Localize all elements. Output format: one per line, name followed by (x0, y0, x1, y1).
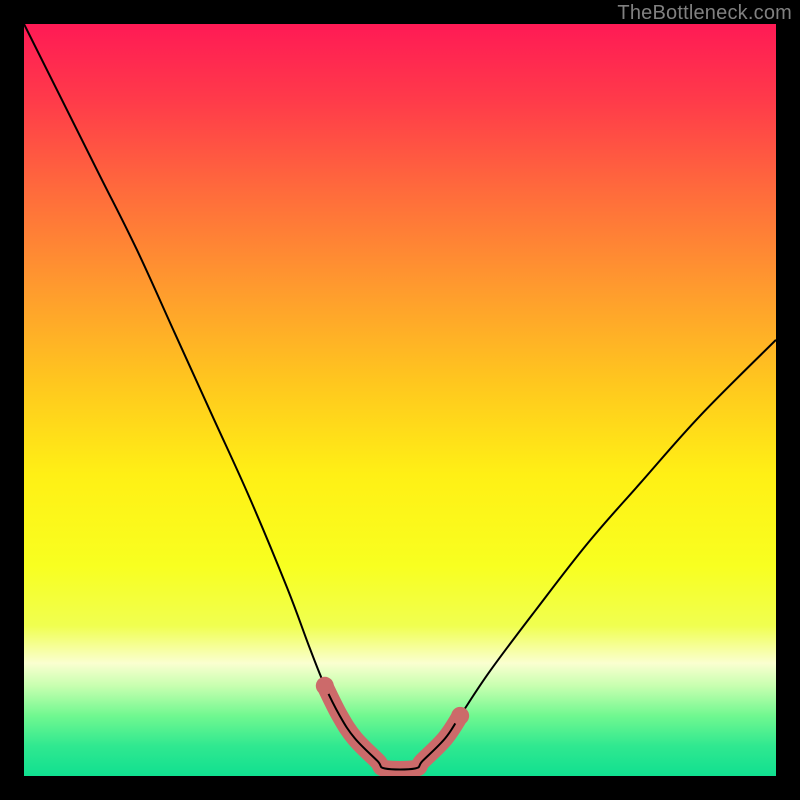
highlight-endpoint (316, 677, 334, 695)
highlight-endpoint (451, 707, 469, 725)
bottleneck-curve (24, 24, 776, 769)
bottleneck-highlight (325, 686, 460, 770)
attribution-text: TheBottleneck.com (617, 2, 792, 25)
bottleneck-curve-svg (24, 24, 776, 776)
plot-area (24, 24, 776, 776)
